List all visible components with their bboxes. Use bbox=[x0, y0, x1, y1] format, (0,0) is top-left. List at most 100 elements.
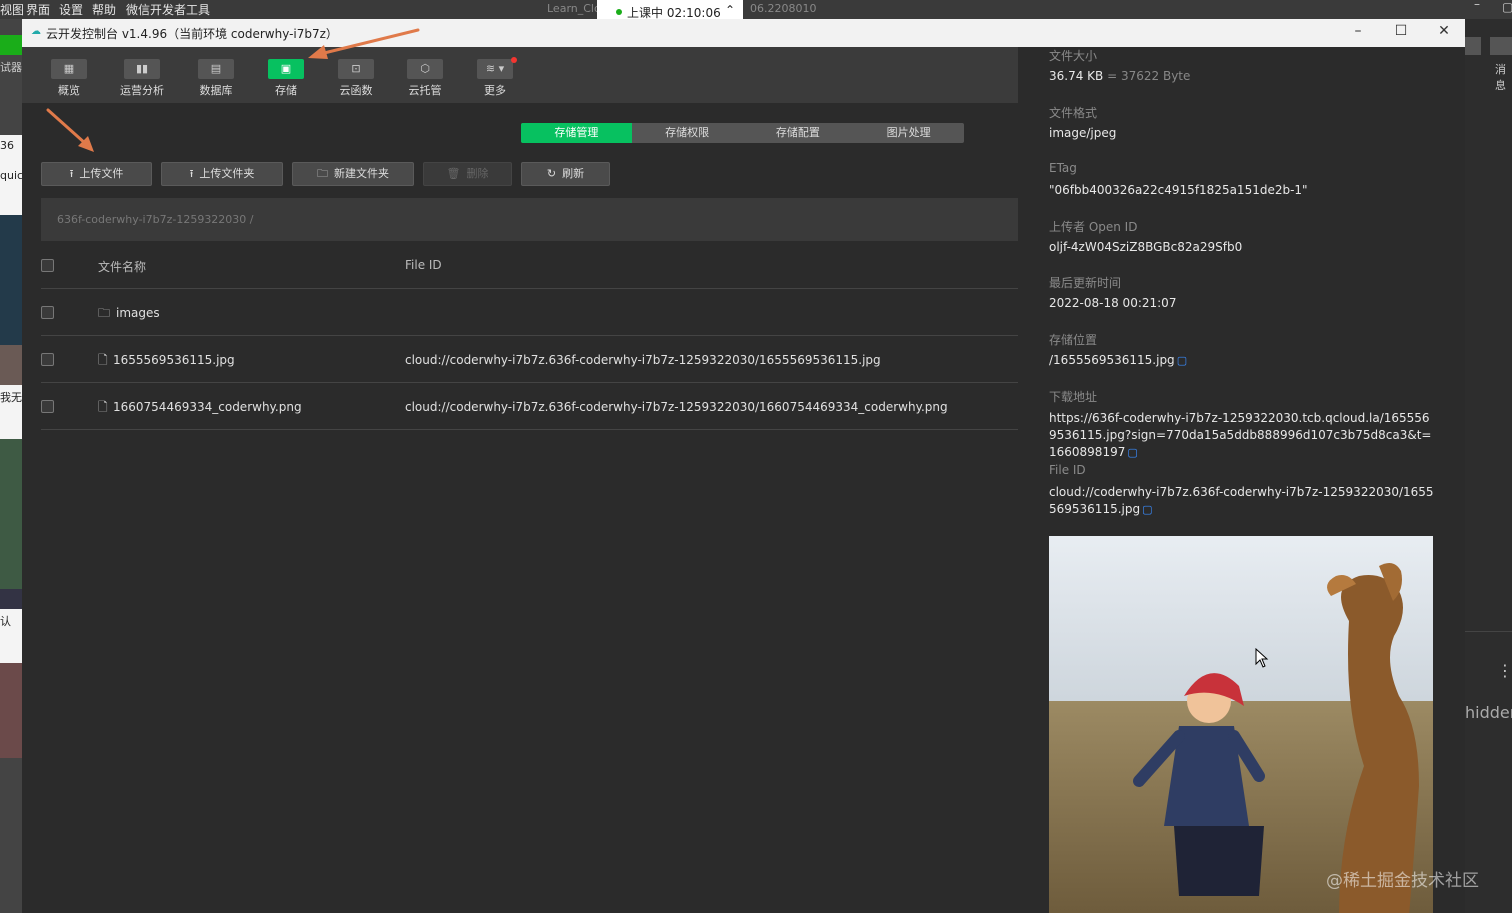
database-icon: ▤ bbox=[198, 59, 234, 79]
tool-label: 云托管 bbox=[408, 84, 442, 97]
upload-icon: ⭱ bbox=[189, 167, 194, 180]
detail-label-location: 存储位置 bbox=[1049, 333, 1098, 347]
delete-button[interactable]: 🗑 删除 bbox=[423, 162, 512, 186]
system-menu-bar: 视图 界面 设置 帮助 微信开发者工具 Learn_Clo 06.2208010… bbox=[0, 0, 1512, 19]
column-header-file-id: File ID bbox=[405, 258, 442, 272]
tool-overview[interactable]: ▦ 概览 bbox=[34, 59, 104, 98]
tool-database[interactable]: ▤ 数据库 bbox=[181, 59, 251, 98]
tool-label: 云函数 bbox=[339, 84, 373, 97]
table-row[interactable]: 🗀 images bbox=[41, 289, 1018, 336]
trash-icon: 🗑 bbox=[446, 167, 461, 180]
detail-label-format: 文件格式 bbox=[1049, 106, 1098, 120]
tab-image-processing[interactable]: 图片处理 bbox=[853, 123, 964, 143]
table-header: 文件名称 File ID bbox=[41, 241, 1018, 289]
file-id: cloud://coderwhy-i7b7z.636f-coderwhy-i7b… bbox=[405, 400, 948, 414]
background-green-tab bbox=[0, 35, 22, 55]
file-id: cloud://coderwhy-i7b7z.636f-coderwhy-i7b… bbox=[405, 353, 881, 367]
tab-storage-management[interactable]: 存储管理 bbox=[521, 123, 632, 143]
grid-icon: ▦ bbox=[51, 59, 87, 79]
row-checkbox[interactable] bbox=[41, 306, 54, 319]
window-title: 云开发控制台 v1.4.96（当前环境 coderwhy-i7b7z） bbox=[46, 27, 338, 41]
file-icon: 🗋 bbox=[98, 353, 108, 367]
copy-icon[interactable]: ▢ bbox=[1177, 354, 1187, 367]
breadcrumb[interactable]: 636f-coderwhy-i7b7z-1259322030 / bbox=[41, 198, 1018, 241]
chevron-up-icon[interactable]: ⌃ bbox=[725, 3, 735, 17]
tab-storage-permissions[interactable]: 存储权限 bbox=[632, 123, 743, 143]
detail-label-updated: 最后更新时间 bbox=[1049, 276, 1122, 290]
menu-item-settings[interactable]: 设置 bbox=[59, 1, 83, 18]
upload-file-button[interactable]: ⭱ 上传文件 bbox=[41, 162, 152, 186]
tool-analytics[interactable]: ▮▮ 运营分析 bbox=[107, 59, 177, 98]
background-window-title: Learn_Clo bbox=[547, 2, 601, 15]
upload-folder-button[interactable]: ⭱ 上传文件夹 bbox=[161, 162, 283, 186]
refresh-label: 刷新 bbox=[562, 167, 585, 180]
folder-icon: 🗀 bbox=[98, 306, 111, 320]
recording-dot-icon bbox=[616, 9, 622, 15]
menu-item-help[interactable]: 帮助 bbox=[92, 1, 116, 18]
background-thumbnail bbox=[0, 439, 22, 589]
watermark-text: @稀土掘金技术社区 bbox=[1326, 871, 1479, 891]
select-all-checkbox[interactable] bbox=[41, 259, 54, 272]
background-divider bbox=[1465, 631, 1512, 632]
new-folder-button[interactable]: 🗀 新建文件夹 bbox=[292, 162, 414, 186]
storage-tabs: 存储管理 存储权限 存储配置 图片处理 bbox=[521, 123, 964, 143]
table-row[interactable]: 🗋 1655569536115.jpg cloud://coderwhy-i7b… bbox=[41, 336, 1018, 383]
storage-icon: ▣ bbox=[268, 59, 304, 79]
size-kb: 36.74 KB bbox=[1049, 69, 1104, 83]
background-thumbnail bbox=[0, 215, 22, 345]
window-maximize-icon[interactable]: ☐ bbox=[1391, 23, 1411, 39]
more-vertical-icon: ⋮ bbox=[1497, 661, 1512, 680]
window-minimize-icon[interactable]: – bbox=[1348, 23, 1368, 39]
upload-folder-label: 上传文件夹 bbox=[199, 167, 255, 180]
download-url[interactable]: https://636f-coderwhy-i7b7z-1259322030.t… bbox=[1049, 411, 1431, 459]
detail-label-etag: ETag bbox=[1049, 161, 1077, 175]
menu-item-view[interactable]: 视图 bbox=[0, 1, 24, 18]
upload-file-label: 上传文件 bbox=[79, 167, 124, 180]
upload-icon: ⭱ bbox=[69, 167, 74, 180]
background-left-strip: 试器 36 quick 我无 认 bbox=[0, 19, 22, 913]
copy-icon[interactable]: ▢ bbox=[1127, 446, 1137, 459]
tool-label: 运营分析 bbox=[120, 84, 164, 97]
background-text: 消息 bbox=[1495, 63, 1506, 92]
annotation-arrow-icon bbox=[308, 28, 420, 59]
detail-label-download: 下载地址 bbox=[1049, 390, 1098, 404]
file-icon: 🗋 bbox=[98, 400, 108, 414]
restore-icon[interactable]: ▢ bbox=[1502, 0, 1512, 14]
row-checkbox[interactable] bbox=[41, 353, 54, 366]
file-name[interactable]: images bbox=[116, 306, 160, 320]
file-id-text: cloud://coderwhy-i7b7z.636f-coderwhy-i7b… bbox=[1049, 485, 1434, 516]
copy-icon[interactable]: ▢ bbox=[1142, 503, 1152, 516]
menu-item-interface[interactable]: 界面 bbox=[26, 1, 50, 18]
detail-value-location: /1655569536115.jpg ▢ bbox=[1049, 352, 1434, 369]
window-close-icon[interactable]: ✕ bbox=[1434, 23, 1454, 39]
detail-label-uploader: 上传者 Open ID bbox=[1049, 220, 1138, 234]
refresh-button[interactable]: ↻ 刷新 bbox=[521, 162, 610, 186]
tool-label: 存储 bbox=[275, 84, 297, 97]
detail-value-updated: 2022-08-18 00:21:07 bbox=[1049, 296, 1177, 310]
table-row[interactable]: 🗋 1660754469334_coderwhy.png cloud://cod… bbox=[41, 383, 1018, 430]
file-name[interactable]: 1655569536115.jpg bbox=[113, 353, 235, 367]
minimize-icon[interactable]: – bbox=[1474, 0, 1480, 11]
tab-storage-config[interactable]: 存储配置 bbox=[743, 123, 854, 143]
background-right-strip: 消息 ⋮ hidden bbox=[1465, 19, 1512, 913]
mouse-cursor-icon bbox=[1255, 648, 1269, 668]
window-title-bar: ☁ 云开发控制台 v1.4.96（当前环境 coderwhy-i7b7z） – … bbox=[22, 19, 1465, 47]
file-name[interactable]: 1660754469334_coderwhy.png bbox=[113, 400, 302, 414]
background-text: 认 bbox=[0, 615, 11, 628]
row-checkbox[interactable] bbox=[41, 400, 54, 413]
refresh-icon: ↻ bbox=[546, 167, 557, 180]
tool-more[interactable]: ≋ ▾ 更多 bbox=[460, 59, 530, 98]
notification-dot bbox=[511, 57, 517, 63]
menu-item-devtools[interactable]: 微信开发者工具 bbox=[126, 1, 210, 18]
tool-label: 数据库 bbox=[199, 84, 233, 97]
background-button bbox=[1490, 37, 1512, 55]
column-header-name: 文件名称 bbox=[98, 260, 147, 274]
tool-label: 概览 bbox=[58, 84, 80, 97]
image-preview bbox=[1049, 536, 1433, 913]
background-text: 试器 bbox=[0, 61, 22, 74]
new-folder-label: 新建文件夹 bbox=[334, 167, 389, 180]
background-text: 我无 bbox=[0, 391, 22, 404]
detail-value-format: image/jpeg bbox=[1049, 126, 1117, 140]
background-button bbox=[1465, 37, 1481, 55]
bar-chart-icon: ▮▮ bbox=[124, 59, 160, 79]
